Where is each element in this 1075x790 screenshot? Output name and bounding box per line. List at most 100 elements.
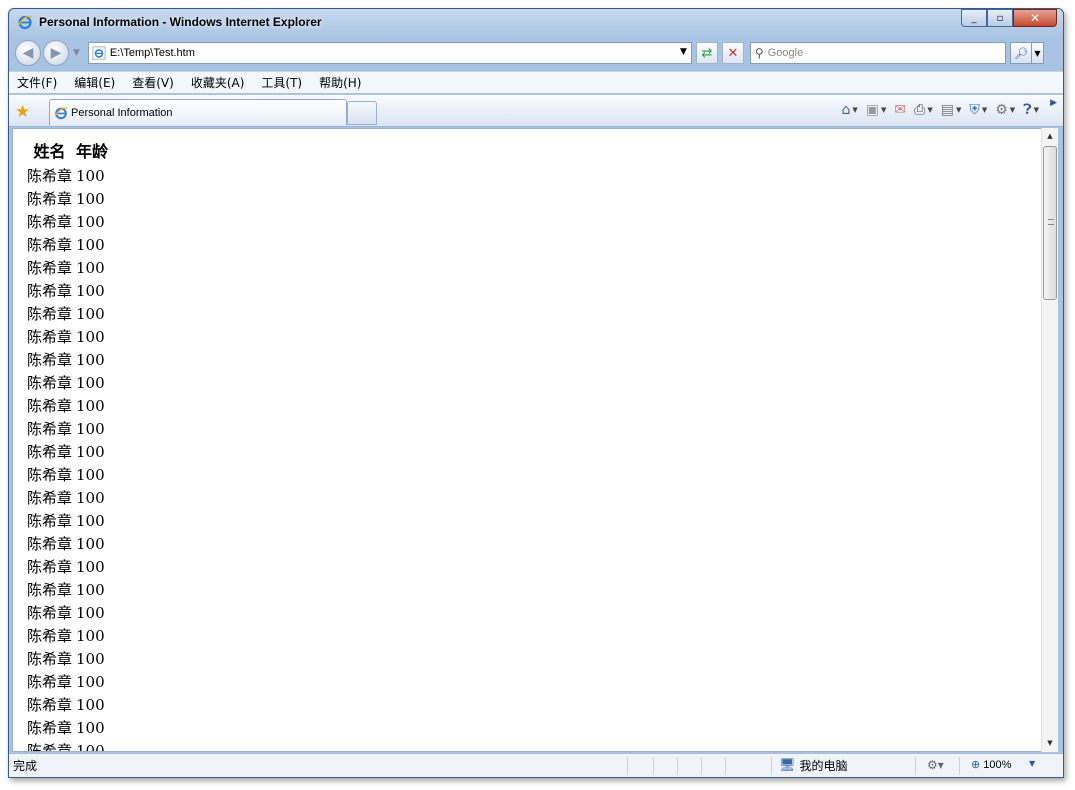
chevron-down-icon: ▼ <box>1034 48 1041 58</box>
cell-name: 陈希章 <box>27 512 73 530</box>
back-button[interactable]: ◀ <box>15 40 41 66</box>
menu-favorites[interactable]: 收藏夹(A) <box>191 74 245 91</box>
close-button[interactable]: ✕ <box>1013 9 1057 27</box>
cell-name: 陈希章 <box>27 650 73 668</box>
table-row: 陈希章 100 <box>26 533 109 554</box>
minimize-button[interactable]: _ <box>961 9 987 27</box>
history-dropdown-icon[interactable]: ▼ <box>73 48 80 58</box>
help-button[interactable]: ❓︎ ▼ <box>1023 102 1039 118</box>
cell-name: 陈希章 <box>27 236 73 254</box>
search-input[interactable]: ⚲ Google <box>749 42 1006 64</box>
search-button[interactable]: 🔎︎ <box>1009 42 1032 64</box>
cell-age: 100 <box>76 695 105 714</box>
cell-name: 陈希章 <box>27 696 73 714</box>
cell-age: 100 <box>76 488 105 507</box>
status-divider <box>701 757 702 775</box>
table-row: 陈希章 100 <box>26 349 109 370</box>
home-button[interactable]: ⌂ ▼ <box>841 102 857 118</box>
status-text: 完成 <box>13 759 38 773</box>
cell-name: 陈希章 <box>27 719 73 737</box>
cell-name: 陈希章 <box>27 213 73 231</box>
tab-personal-information[interactable]: Personal Information <box>49 99 347 125</box>
scroll-up-icon[interactable]: ▲ <box>1042 128 1058 144</box>
cell-age: 100 <box>76 350 105 369</box>
table-row: 陈希章 100 <box>26 717 109 738</box>
cell-age: 100 <box>76 603 105 622</box>
tab-bar: ★ Personal Information ⌂ ▼ ▣ ▼ ✉ ⎙ ▼ ▤ ▼ ⛨ ▼ … <box>9 94 1063 127</box>
cell-name: 陈希章 <box>27 167 73 185</box>
address-input[interactable]: E:\Temp\Test.htm ▼ <box>87 42 692 64</box>
search-icon: 🔎︎ <box>1013 46 1028 60</box>
cell-age: 100 <box>76 557 105 576</box>
header-name: 姓名 <box>33 142 66 161</box>
vertical-scrollbar[interactable]: ▲ ▼ <box>1041 128 1058 752</box>
status-divider <box>771 757 772 775</box>
printer-icon: ⎙ <box>914 102 926 118</box>
status-divider <box>915 757 916 775</box>
forward-button[interactable]: ▶ <box>43 40 69 66</box>
cell-name: 陈希章 <box>27 420 73 438</box>
table-row: 陈希章 100 <box>26 487 109 508</box>
ie-tab-icon <box>54 107 68 119</box>
table-row: 陈希章 100 <box>26 464 109 485</box>
cell-age: 100 <box>76 235 105 254</box>
table-row: 陈希章 100 <box>26 280 109 301</box>
zoom-level: 100% <box>983 758 1012 771</box>
status-divider <box>677 757 678 775</box>
table-row: 陈希章 100 <box>26 211 109 232</box>
protected-mode-icon[interactable]: ⚙▾ <box>927 758 944 772</box>
stop-button[interactable]: ✕ <box>721 42 744 64</box>
cell-age: 100 <box>76 718 105 737</box>
tab-label: Personal Information <box>71 106 173 119</box>
mail-button[interactable]: ✉ <box>894 102 906 118</box>
chevron-right-icon[interactable]: ▶ <box>1050 98 1057 108</box>
menu-view[interactable]: 查看(V) <box>132 74 174 91</box>
cell-name: 陈希章 <box>27 489 73 507</box>
refresh-button[interactable]: ⇄ <box>695 42 718 64</box>
status-divider <box>653 757 654 775</box>
zoom-control[interactable]: ⊕ 100% <box>971 758 1012 772</box>
computer-icon: 🖥︎ <box>779 758 796 773</box>
help-icon: ❓︎ <box>1023 102 1032 118</box>
scroll-down-icon[interactable]: ▼ <box>1042 735 1058 751</box>
person-table: 姓名 年龄 陈希章 100 陈希章 100 陈希章 100 陈希章 100 陈希章 100 陈希章 1… <box>24 135 111 752</box>
cell-age: 100 <box>76 672 105 691</box>
table-row: 陈希章 100 <box>26 740 109 752</box>
table-row: 陈希章 100 <box>26 510 109 531</box>
status-divider <box>627 757 628 775</box>
cell-name: 陈希章 <box>27 535 73 553</box>
search-options-dropdown[interactable]: ▼ <box>1031 42 1044 64</box>
cell-age: 100 <box>76 626 105 645</box>
maximize-button[interactable]: ▫ <box>987 9 1013 27</box>
page-button[interactable]: ▤ ▼ <box>941 102 962 118</box>
menu-bar: 文件(F) 编辑(E) 查看(V) 收藏夹(A) 工具(T) 帮助(H) <box>9 71 1063 93</box>
menu-help[interactable]: 帮助(H) <box>319 74 361 91</box>
cell-age: 100 <box>76 258 105 277</box>
tools-button[interactable]: ⚙ ▼ <box>995 102 1015 118</box>
cell-age: 100 <box>76 511 105 530</box>
favorites-star-icon[interactable]: ★ <box>15 102 30 122</box>
status-bar: 完成 🖥︎ 我的电脑 ⚙▾ ⊕ 100% ▼ <box>9 753 1063 777</box>
menu-file[interactable]: 文件(F) <box>17 74 57 91</box>
table-row: 陈希章 100 <box>26 257 109 278</box>
menu-edit[interactable]: 编辑(E) <box>74 74 115 91</box>
table-row: 陈希章 100 <box>26 579 109 600</box>
new-tab-button[interactable] <box>347 101 377 125</box>
zoom-dropdown-icon[interactable]: ▼ <box>1029 759 1035 768</box>
table-row: 陈希章 100 <box>26 303 109 324</box>
feeds-button[interactable]: ▣ ▼ <box>866 102 887 118</box>
safety-button[interactable]: ⛨ ▼ <box>969 102 987 118</box>
table-header-row: 姓名 年龄 <box>26 137 109 163</box>
window-title: Personal Information - Windows Internet … <box>39 15 322 29</box>
print-button[interactable]: ⎙ ▼ <box>914 102 933 118</box>
menu-tools[interactable]: 工具(T) <box>261 74 302 91</box>
cell-name: 陈希章 <box>27 581 73 599</box>
cell-name: 陈希章 <box>27 305 73 323</box>
cell-age: 100 <box>76 741 105 752</box>
cell-age: 100 <box>76 327 105 346</box>
address-dropdown-icon[interactable]: ▼ <box>680 47 687 57</box>
rss-icon: ▣ <box>865 102 879 118</box>
address-url: E:\Temp\Test.htm <box>109 47 195 59</box>
scroll-thumb[interactable] <box>1043 146 1057 300</box>
security-zone[interactable]: 🖥︎ 我的电脑 <box>779 757 848 774</box>
